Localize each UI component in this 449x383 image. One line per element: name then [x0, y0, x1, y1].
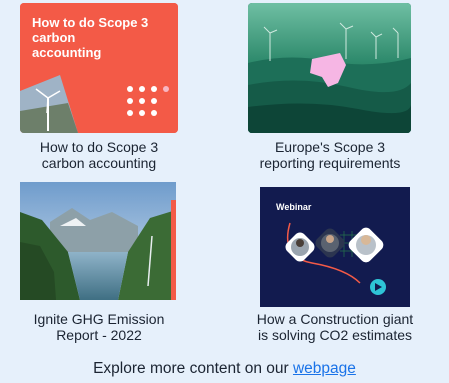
caption-line: How a Construction giant	[256, 311, 414, 327]
thumbnail-title-line: How to do Scope 3	[32, 15, 149, 30]
europe-scope3-thumbnail[interactable]	[248, 3, 411, 133]
card-caption[interactable]: Ignite GHG Emission Report - 2022	[10, 311, 188, 343]
caption-line: Europe's Scope 3	[274, 139, 386, 155]
card-caption[interactable]: How to do Scope 3 carbon accounting	[10, 139, 188, 171]
caption-line: reporting requirements	[259, 155, 401, 171]
webinar-label: Webinar	[276, 202, 312, 212]
caption-line: is solving CO2 estimates	[257, 327, 413, 343]
caption-line: Report - 2022	[56, 327, 142, 343]
construction-webinar-thumbnail[interactable]: Webinar	[260, 187, 410, 307]
webpage-link[interactable]: webpage	[293, 360, 356, 377]
fjord-landscape-illustration	[20, 182, 176, 300]
explore-more-footer: Explore more content on our webpage	[0, 360, 449, 378]
thumbnail-title: How to do Scope 3 carbon accounting	[32, 15, 152, 60]
footer-text: Explore more content on our	[93, 360, 293, 377]
card-caption[interactable]: Europe's Scope 3 reporting requirements	[234, 139, 426, 171]
ghg-report-thumbnail[interactable]	[20, 182, 176, 300]
caption-line: Ignite GHG Emission	[33, 311, 165, 327]
thumbnail-title-line: carbon	[32, 30, 76, 45]
scope3-accounting-thumbnail[interactable]: How to do Scope 3 carbon accounting	[20, 3, 178, 133]
caption-line: How to do Scope 3	[39, 139, 159, 155]
card-caption[interactable]: How a Construction giant is solving CO2 …	[232, 311, 438, 343]
caption-line: carbon accounting	[41, 155, 157, 171]
thumbnail-title-line: accounting	[32, 45, 102, 60]
content-gallery: How to do Scope 3 carbon accounting How …	[0, 0, 449, 383]
wind-farm-landscape-illustration	[248, 3, 411, 133]
